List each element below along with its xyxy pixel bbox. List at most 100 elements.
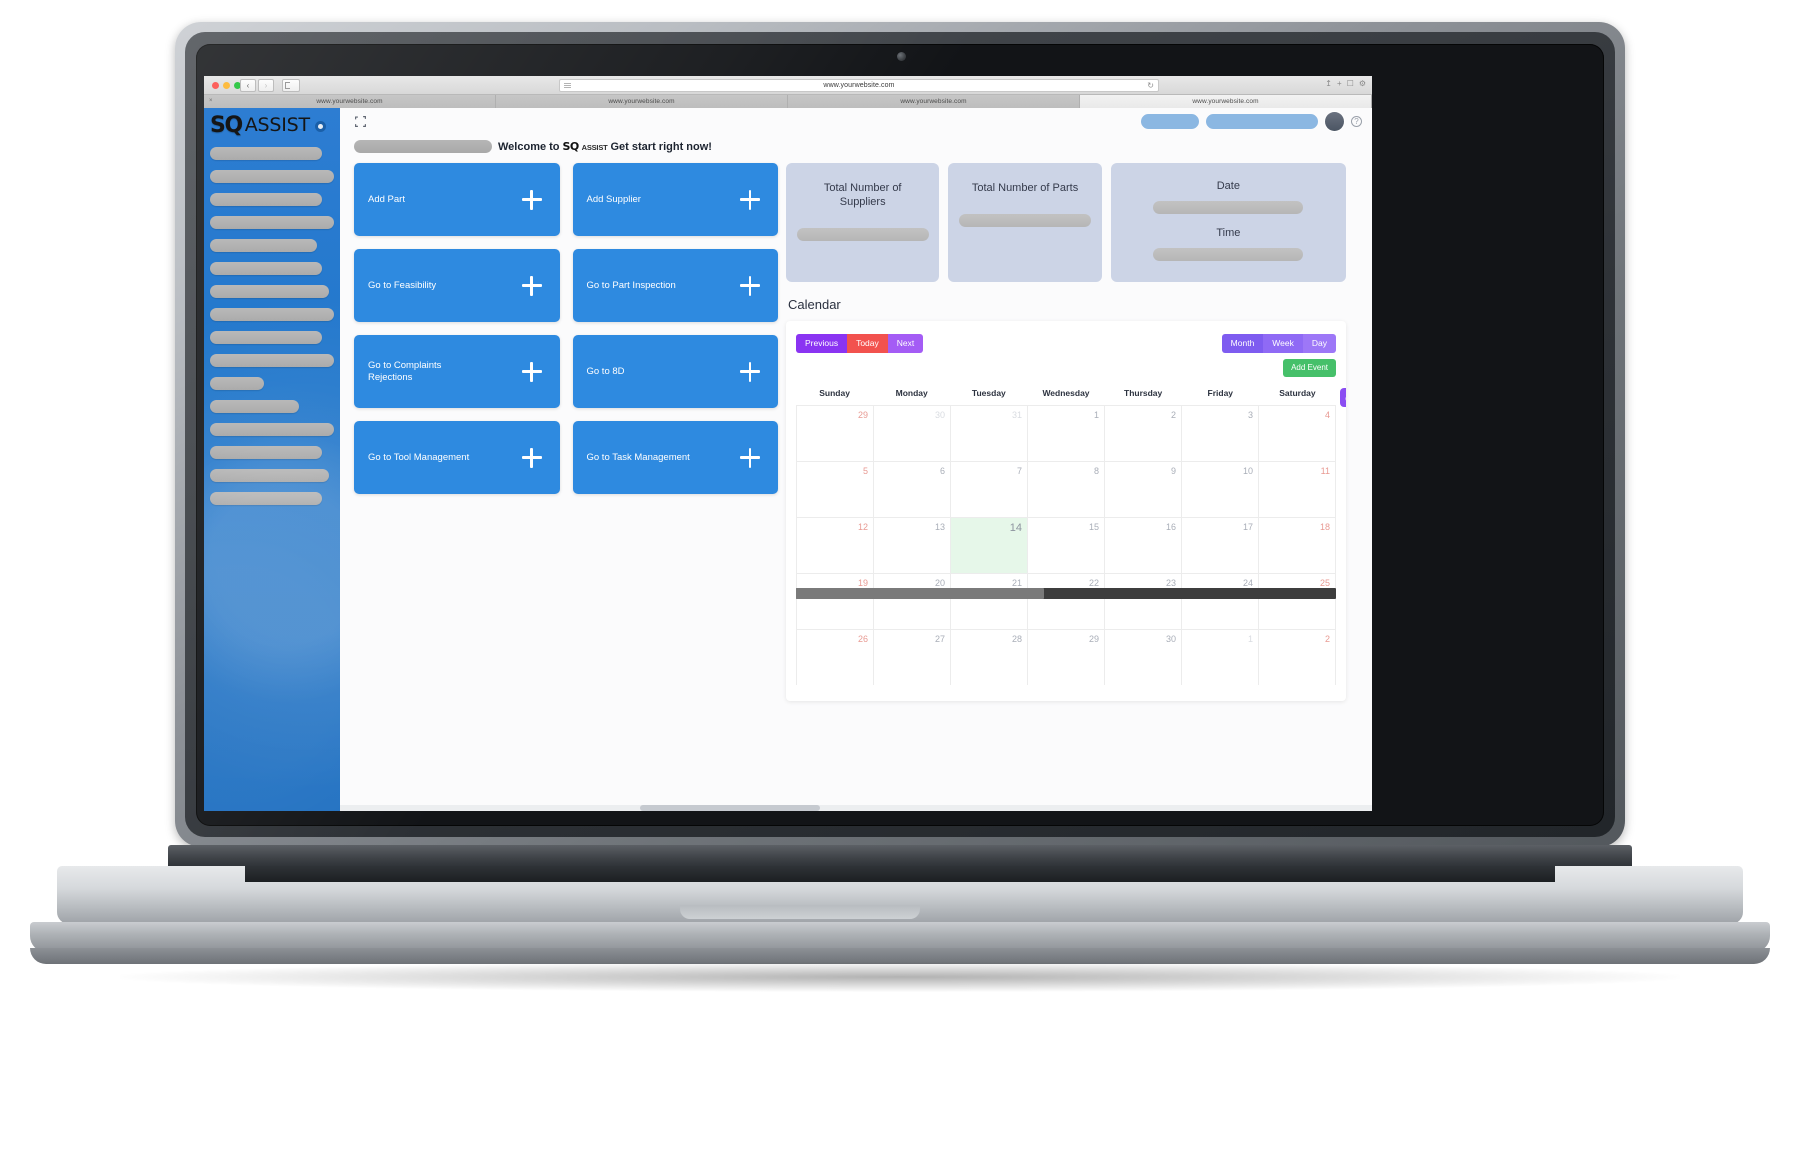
calendar-cell[interactable]: 27 [874,628,951,685]
address-bar[interactable]: www.yourwebsite.com ↻ [559,79,1159,92]
back-icon[interactable]: ‹ [240,79,256,92]
calendar-cell[interactable]: 29 [797,404,874,461]
calendar-cell[interactable]: 5 [797,460,874,517]
forward-icon[interactable]: › [258,79,274,92]
tabs-overview-icon[interactable]: ☐ [1347,80,1354,88]
calendar-view-month-button[interactable]: Month [1221,334,1264,353]
plus-icon[interactable] [521,189,542,210]
quick-action-tile[interactable]: Add Supplier [572,163,778,236]
plus-icon[interactable] [740,447,760,468]
calendar-cell[interactable]: 26 [797,628,874,685]
calendar-cell[interactable]: 7 [951,460,1028,517]
sidebar-item-skeleton[interactable] [210,446,322,459]
plus-icon[interactable] [521,275,542,296]
calendar-cell[interactable]: 28 [951,628,1028,685]
calendar-next-button[interactable]: Next [887,334,924,353]
main-horizontal-scrollbar[interactable] [340,805,1372,811]
sidebar-item-skeleton[interactable] [210,262,322,275]
sidebar-item-skeleton[interactable] [210,492,322,505]
plus-icon[interactable] [740,189,760,210]
calendar-cell[interactable]: 31 [951,404,1028,461]
close-window-button[interactable] [212,82,219,89]
calendar-view-day-button[interactable]: Day [1302,334,1336,353]
calendar-cell[interactable]: 30 [1105,628,1182,685]
calendar-cell[interactable]: 12 [797,516,874,573]
calendar-cell[interactable]: 11 [1259,460,1336,517]
browser-tab[interactable]: www.yourwebsite.com [496,95,788,108]
calendar-cell[interactable]: 4 [1259,404,1336,461]
help-icon[interactable]: ? [1351,116,1362,127]
sidebar-item-skeleton[interactable] [210,285,329,298]
calendar-cell[interactable]: 17 [1182,516,1259,573]
calendar-view-week-button[interactable]: Week [1263,334,1303,353]
sidebar-item-skeleton[interactable] [210,239,317,252]
plus-icon[interactable] [740,275,760,296]
browser-tab-active[interactable]: www.yourwebsite.com [1080,95,1372,108]
sidebar-menu-skeleton[interactable] [204,145,340,505]
calendar-cell[interactable]: 10 [1182,460,1259,517]
plus-icon[interactable] [521,447,542,468]
add-event-button[interactable]: Add Event [1283,358,1336,377]
reload-icon[interactable]: ↻ [1147,82,1154,90]
browser-tab-strip[interactable]: × www.yourwebsite.com www.yourwebsite.co… [204,95,1372,108]
topbar-pill-skeleton[interactable] [1206,114,1318,129]
calendar-cell[interactable]: 24 [1182,572,1259,629]
calendar-cell[interactable]: 15 [1028,516,1105,573]
sidebar-item-skeleton[interactable] [210,423,334,436]
window-controls[interactable] [212,82,241,89]
sidebar-item-skeleton[interactable] [210,354,334,367]
sidebar-item-skeleton[interactable] [210,170,334,183]
sidebar-item-skeleton[interactable] [210,400,299,413]
plus-icon[interactable] [521,361,542,382]
topbar-pill-skeleton[interactable] [1141,114,1199,129]
calendar-cell[interactable]: 1 [1182,628,1259,685]
calendar-cell[interactable]: 2 [1105,404,1182,461]
minimize-window-button[interactable] [223,82,230,89]
calendar-horizontal-scrollbar[interactable] [796,588,1336,599]
calendar-cell[interactable]: 3 [1182,404,1259,461]
settings-icon[interactable]: ⚙ [1359,80,1366,88]
sidebar-item-skeleton[interactable] [210,193,322,206]
calendar-cell[interactable]: 9 [1105,460,1182,517]
topbar-actions[interactable]: ? [1141,112,1362,131]
avatar[interactable] [1325,112,1344,131]
sidebar-item-skeleton[interactable] [210,216,334,229]
add-tab-icon[interactable]: + [1337,80,1342,88]
close-icon[interactable]: × [209,98,213,104]
calendar-cell[interactable]: 23 [1105,572,1182,629]
expand-fullscreen-icon[interactable] [354,115,367,128]
quick-action-tile[interactable]: Go to Task Management [572,421,778,494]
sidebar-item-skeleton[interactable] [210,147,322,160]
calendar-cell-today[interactable]: 14 [951,516,1028,573]
share-icon[interactable]: ↥ [1325,80,1332,88]
quick-action-tile[interactable]: Go to Complaints Rejections [354,335,560,408]
calendar-cell[interactable]: 30 [874,404,951,461]
browser-tab[interactable]: www.yourwebsite.com [788,95,1080,108]
calendar-cell[interactable]: 19 [797,572,874,629]
floating-chat-badge-icon[interactable]: @ [1340,388,1346,407]
browser-tab[interactable]: × www.yourwebsite.com [204,95,496,108]
calendar-cell[interactable]: 6 [874,460,951,517]
calendar-cell[interactable]: 13 [874,516,951,573]
quick-action-tile[interactable]: Add Part [354,163,560,236]
calendar-cell[interactable]: 1 [1028,404,1105,461]
sidebar-item-skeleton[interactable] [210,377,264,390]
calendar-cell[interactable]: 16 [1105,516,1182,573]
quick-action-tile[interactable]: Go to Part Inspection [572,249,778,322]
calendar-today-button[interactable]: Today [847,334,888,353]
toolbar-right-icons[interactable]: ↥ + ☐ ⚙ [1325,80,1366,88]
navigation-buttons[interactable]: ‹ › [240,79,274,92]
calendar-cell[interactable]: 8 [1028,460,1105,517]
calendar-grid[interactable]: 29 30 31 1 2 3 4 5 6 7 8 9 10 11 12 13 14 15 16 17 18 19 20 21 2… [796,404,1336,685]
sidebar-item-skeleton[interactable] [210,308,334,321]
sidebar-item-skeleton[interactable] [210,469,329,482]
quick-action-tile[interactable]: Go to Tool Management [354,421,560,494]
sidebar-item-skeleton[interactable] [210,331,322,344]
calendar-cell[interactable]: 21 [951,572,1028,629]
app-logo[interactable]: SQ ASSIST [204,108,340,145]
eye-icon[interactable] [314,121,326,132]
calendar-cell[interactable]: 20 [874,572,951,629]
calendar-cell[interactable]: 18 [1259,516,1336,573]
calendar-cell[interactable]: 22 [1028,572,1105,629]
calendar-cell[interactable]: 25 [1259,572,1336,629]
